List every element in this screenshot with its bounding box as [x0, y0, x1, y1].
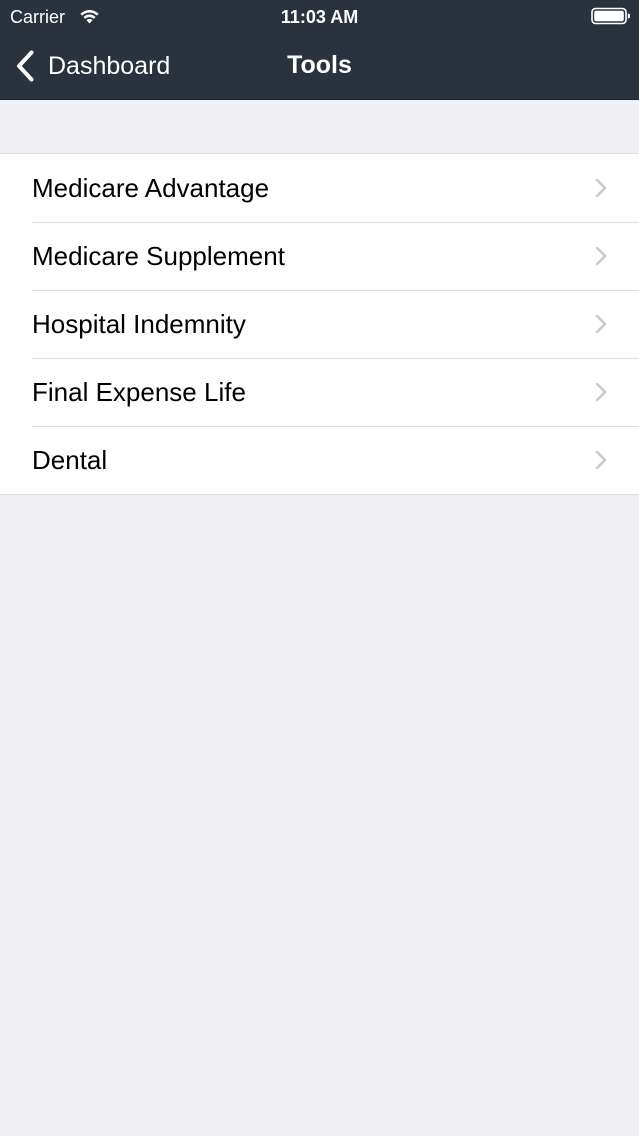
chevron-right-icon: [595, 450, 607, 470]
chevron-right-icon: [595, 246, 607, 266]
tool-row-medicare-advantage[interactable]: Medicare Advantage: [0, 154, 639, 222]
page-title: Tools: [287, 51, 352, 79]
tool-row-label: Dental: [32, 445, 108, 475]
chevron-right-icon: [595, 178, 607, 198]
battery-icon: [591, 7, 630, 25]
tool-row-hospital-indemnity[interactable]: Hospital Indemnity: [0, 290, 639, 358]
tool-row-dental[interactable]: Dental: [0, 426, 639, 494]
tool-row-label: Medicare Advantage: [32, 173, 270, 203]
tools-list: Medicare Advantage Medicare Supplement H…: [0, 153, 639, 495]
chevron-right-icon: [595, 314, 607, 334]
chevron-right-icon: [595, 382, 607, 402]
navigation-bar: Dashboard Tools: [0, 34, 639, 99]
tool-row-label: Medicare Supplement: [32, 241, 285, 271]
tool-row-label: Hospital Indemnity: [32, 309, 246, 339]
tool-row-medicare-supplement[interactable]: Medicare Supplement: [0, 222, 639, 290]
status-time: 11:03 AM: [280, 7, 359, 27]
tool-row-final-expense-life[interactable]: Final Expense Life: [0, 358, 639, 426]
status-bar: Carrier 11:03 AM: [0, 0, 639, 34]
tool-row-label: Final Expense Life: [32, 377, 246, 407]
app-header: Carrier 11:03 AM Dashboard Tools: [0, 0, 639, 100]
